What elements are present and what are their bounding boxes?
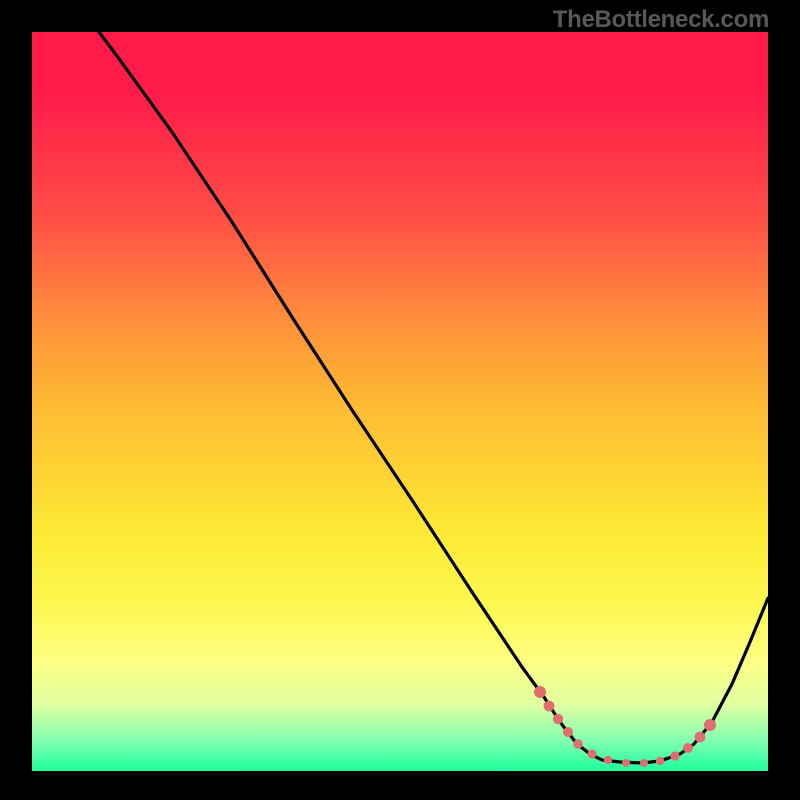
range-marker [695,732,706,743]
recommended-range-markers [534,686,716,767]
branding-watermark: TheBottleneck.com [553,6,769,34]
range-marker [683,743,693,753]
range-marker [573,739,583,749]
range-marker [587,749,596,758]
bottleneck-curve [96,32,768,763]
range-marker [656,757,664,765]
range-marker [704,719,716,731]
chart-svg-layer [32,32,768,771]
range-marker [670,751,679,760]
range-marker [604,756,612,764]
chart-plot-area [32,32,768,771]
range-marker [563,727,573,737]
range-marker [553,714,563,724]
range-marker [622,759,630,767]
range-marker [534,686,546,698]
range-marker [544,701,555,712]
range-marker [640,759,648,767]
